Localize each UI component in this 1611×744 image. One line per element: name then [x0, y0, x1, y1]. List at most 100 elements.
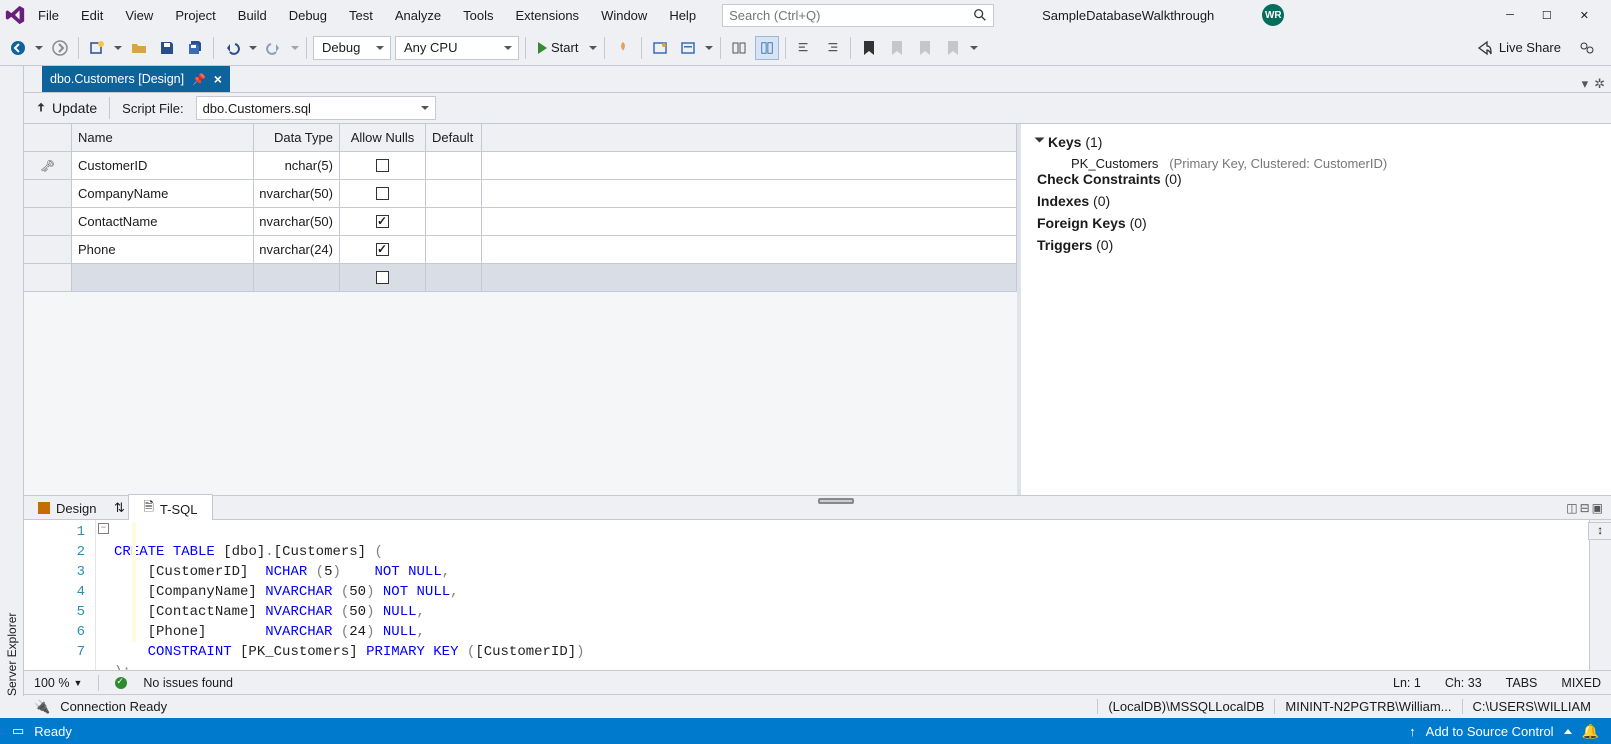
cell-type[interactable]: nchar(5): [254, 152, 340, 179]
configuration-dropdown[interactable]: Debug: [313, 36, 391, 60]
check-constraints-item[interactable]: Check Constraints (0): [1037, 171, 1595, 187]
triggers-item[interactable]: Triggers (0): [1037, 237, 1595, 253]
line-endings[interactable]: MIXED: [1561, 676, 1601, 690]
script-file-dropdown[interactable]: dbo.Customers.sql: [196, 96, 436, 120]
redo-dropdown[interactable]: [290, 42, 300, 54]
cell-nulls[interactable]: [340, 236, 426, 263]
doc-tab-customers[interactable]: dbo.Customers [Design] 📌 ×: [42, 66, 230, 92]
live-share-button[interactable]: Live Share: [1477, 40, 1605, 56]
window-close-icon[interactable]: ✕: [1580, 9, 1589, 22]
menu-help[interactable]: Help: [659, 4, 706, 27]
indexes-item[interactable]: Indexes (0): [1037, 193, 1595, 209]
menu-test[interactable]: Test: [339, 4, 383, 27]
nav-back-dropdown[interactable]: [34, 42, 44, 54]
properties-icon[interactable]: [755, 36, 779, 60]
cell-nulls[interactable]: [340, 180, 426, 207]
redo-button[interactable]: [262, 36, 286, 60]
indent-left-icon[interactable]: [792, 36, 816, 60]
bookmark-icon[interactable]: [857, 36, 881, 60]
split-v-icon[interactable]: ⊟: [1580, 501, 1592, 515]
source-control-button[interactable]: Add to Source Control: [1426, 724, 1554, 739]
user-avatar[interactable]: WR: [1262, 4, 1284, 26]
tab-overflow-icon[interactable]: ▾: [1582, 76, 1589, 92]
new-project-button[interactable]: [85, 36, 109, 60]
table-row-new[interactable]: [24, 264, 1017, 292]
tab-tsql[interactable]: 🗎T-SQL: [128, 494, 212, 523]
save-button[interactable]: [155, 36, 179, 60]
indent-right-icon[interactable]: [820, 36, 844, 60]
table-row[interactable]: CompanyNamenvarchar(50): [24, 180, 1017, 208]
checkbox[interactable]: [376, 187, 389, 200]
expand-icon[interactable]: [1035, 138, 1045, 143]
window-minimize-icon[interactable]: ─: [1506, 9, 1514, 22]
browser-link-icon[interactable]: [648, 36, 672, 60]
cell-default[interactable]: [426, 180, 482, 207]
menu-edit[interactable]: Edit: [71, 4, 113, 27]
open-button[interactable]: [127, 36, 151, 60]
web-essentials-icon[interactable]: [676, 36, 700, 60]
nav-back-button[interactable]: [6, 36, 30, 60]
foreign-keys-item[interactable]: Foreign Keys (0): [1037, 215, 1595, 231]
vertical-scrollbar[interactable]: [1589, 520, 1611, 670]
menu-build[interactable]: Build: [228, 4, 277, 27]
checkbox[interactable]: [376, 215, 389, 228]
col-header-nulls[interactable]: Allow Nulls: [340, 124, 426, 151]
maximize-pane-icon[interactable]: ▣: [1592, 501, 1605, 515]
cell-name[interactable]: ContactName: [72, 208, 254, 235]
cell-type[interactable]: nvarchar(50): [254, 180, 340, 207]
web-dropdown[interactable]: [704, 42, 714, 54]
menu-view[interactable]: View: [115, 4, 163, 27]
server-explorer-tab[interactable]: Server Explorer: [0, 66, 24, 696]
pin-icon[interactable]: 📌: [192, 73, 206, 86]
start-dropdown[interactable]: [588, 42, 598, 54]
checkbox[interactable]: [376, 243, 389, 256]
split-handle[interactable]: ↕: [1588, 522, 1611, 540]
cell-type[interactable]: nvarchar(50): [254, 208, 340, 235]
hot-reload-icon[interactable]: [611, 36, 635, 60]
cell-nulls[interactable]: [340, 152, 426, 179]
tsql-editor[interactable]: 1234567 − CREATE TABLE [dbo].[Customers]…: [24, 520, 1611, 670]
close-icon[interactable]: ×: [214, 71, 222, 87]
cell-nulls[interactable]: [340, 208, 426, 235]
table-row[interactable]: 🗝CustomerIDnchar(5): [24, 152, 1017, 180]
pk-item[interactable]: PK_Customers (Primary Key, Clustered: Cu…: [1071, 156, 1595, 171]
columns-grid[interactable]: Name Data Type Allow Nulls Default 🗝Cust…: [24, 124, 1017, 495]
cell-name[interactable]: CustomerID: [72, 152, 254, 179]
menu-extensions[interactable]: Extensions: [505, 4, 589, 27]
col-header-name[interactable]: Name: [72, 124, 254, 151]
feedback-icon[interactable]: [1579, 40, 1595, 56]
platform-dropdown[interactable]: Any CPU: [395, 36, 519, 60]
tab-design[interactable]: Design: [24, 498, 110, 518]
menu-file[interactable]: File: [28, 4, 69, 27]
checkbox[interactable]: [376, 271, 389, 284]
col-header-type[interactable]: Data Type: [254, 124, 340, 151]
tab-settings-icon[interactable]: ✲: [1594, 76, 1605, 92]
menu-project[interactable]: Project: [165, 4, 225, 27]
notifications-icon[interactable]: 🔔: [1582, 723, 1599, 740]
checkbox[interactable]: [376, 159, 389, 172]
start-debug-button[interactable]: Start: [532, 36, 584, 60]
swap-icon[interactable]: ⇅: [110, 500, 128, 516]
cell-name[interactable]: CompanyName: [72, 180, 254, 207]
search-box[interactable]: [722, 4, 994, 27]
splitter-handle[interactable]: [818, 498, 854, 504]
next-bookmark-icon[interactable]: [913, 36, 937, 60]
menu-tools[interactable]: Tools: [453, 4, 503, 27]
undo-dropdown[interactable]: [248, 42, 258, 54]
window-maximize-icon[interactable]: ☐: [1542, 9, 1552, 22]
search-input[interactable]: [729, 8, 973, 23]
chevron-up-icon[interactable]: [1564, 729, 1572, 734]
menu-window[interactable]: Window: [591, 4, 657, 27]
cell-default[interactable]: [426, 152, 482, 179]
cell-type[interactable]: nvarchar(24): [254, 236, 340, 263]
split-h-icon[interactable]: ◫: [1566, 501, 1579, 515]
col-header-default[interactable]: Default: [426, 124, 482, 151]
clear-bookmarks-icon[interactable]: [941, 36, 965, 60]
table-row[interactable]: Phonenvarchar(24): [24, 236, 1017, 264]
update-button[interactable]: Update: [34, 100, 97, 116]
save-all-button[interactable]: [183, 36, 207, 60]
show-all-files-icon[interactable]: [727, 36, 751, 60]
fold-icon[interactable]: −: [98, 523, 109, 534]
zoom-dropdown[interactable]: 100 % ▼: [34, 676, 82, 690]
nav-forward-button[interactable]: [48, 36, 72, 60]
